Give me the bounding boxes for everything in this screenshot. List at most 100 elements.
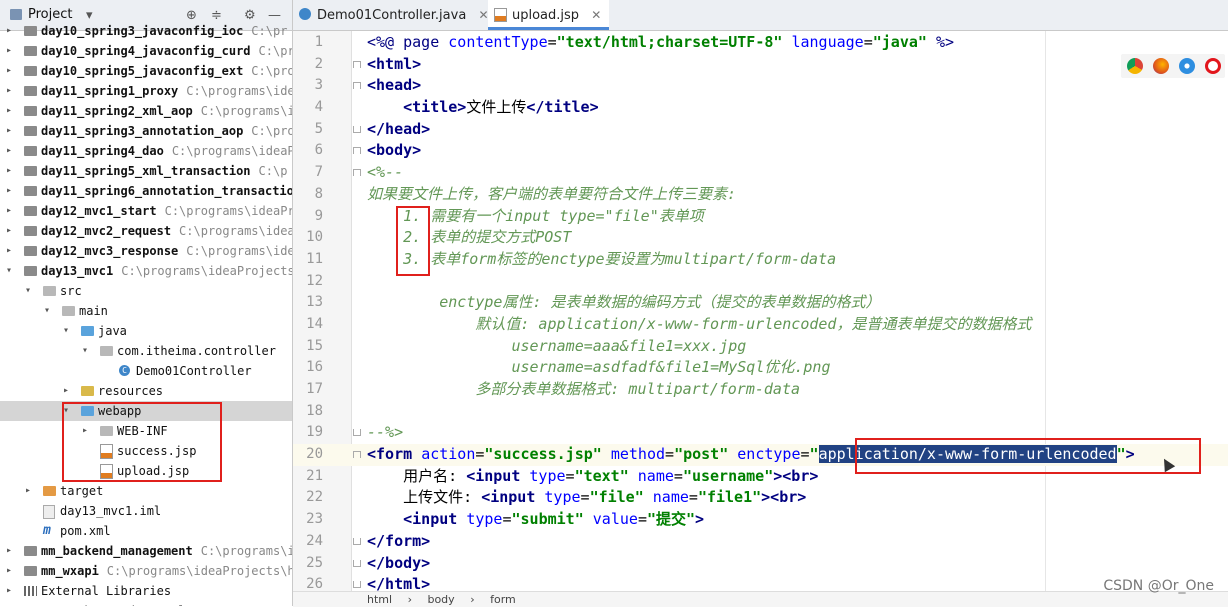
breadcrumb-body[interactable]: body (427, 593, 454, 606)
code-line[interactable]: 1 <%@ page contentType="text/html;charset… (293, 32, 1228, 54)
close-icon[interactable]: ✕ (478, 8, 488, 22)
chevron-right-icon[interactable]: ▸ (4, 561, 14, 581)
fold-close-icon[interactable] (353, 537, 361, 545)
code-line[interactable]: 5 </head> (293, 119, 1228, 141)
fold-close-icon[interactable] (353, 581, 361, 589)
fold-close-icon[interactable] (353, 125, 361, 133)
code-token: = (673, 466, 683, 485)
tree-item[interactable]: ▸ day12_mvc1_start C:\programs\ideaPr (0, 201, 292, 221)
package-icon (100, 346, 113, 356)
chevron-right-icon[interactable]: ▸ (4, 181, 14, 201)
code-line[interactable]: 3 <head> (293, 75, 1228, 97)
code-line[interactable]: 23 <input type="submit" value="提交"> (293, 509, 1228, 531)
code-line[interactable]: 17 多部分表单数据格式: multipart/form-data (293, 379, 1228, 401)
tree-item[interactable]: ▾ day13_mvc1 C:\programs\ideaProjects (0, 261, 292, 281)
chevron-right-icon[interactable]: ▸ (4, 541, 14, 561)
chevron-down-icon[interactable]: ▾ (42, 301, 52, 321)
code-line[interactable]: 13 enctype属性: 是表单数据的编码方式（提交的表单数据的格式） (293, 292, 1228, 314)
chrome-icon[interactable] (1127, 58, 1143, 74)
project-panel-title[interactable]: Project (28, 7, 72, 22)
breadcrumb-html[interactable]: html (367, 593, 392, 606)
line-number: 8 (314, 185, 323, 202)
code-line[interactable]: 22 上传文件: <input type="file" name="file1"… (293, 487, 1228, 509)
opera-icon[interactable] (1205, 58, 1221, 74)
code-line[interactable]: 18 (293, 401, 1228, 423)
safari-icon[interactable] (1179, 58, 1195, 74)
close-icon[interactable]: ✕ (591, 8, 601, 22)
code-line[interactable]: 9 1. 需要有一个input type="file"表单项 (293, 206, 1228, 228)
chevron-right-icon[interactable]: ▸ (4, 81, 14, 101)
firefox-icon[interactable] (1153, 58, 1169, 74)
code-line[interactable]: 6 <body> (293, 140, 1228, 162)
code-line[interactable]: 15 username=aaa&file1=xxx.jpg (293, 336, 1228, 358)
fold-open-icon[interactable] (353, 147, 361, 155)
chevron-right-icon[interactable]: ▸ (61, 381, 71, 401)
tree-item[interactable]: ▸ day10_spring5_javaconfig_ext C:\pro (0, 61, 292, 81)
chevron-down-icon[interactable]: ▾ (23, 281, 33, 301)
fold-close-icon[interactable] (353, 559, 361, 567)
tree-item[interactable]: m pom.xml (0, 521, 292, 541)
tree-item[interactable]: ▾ main (0, 301, 292, 321)
chevron-right-icon[interactable]: ▸ (4, 21, 14, 41)
code-line[interactable]: 16 username=asdfadf&file1=MySql优化.png (293, 357, 1228, 379)
chevron-right-icon[interactable]: ▸ (4, 221, 14, 241)
breadcrumb-form[interactable]: form (490, 593, 516, 606)
tree-item[interactable]: ▸ resources (0, 381, 292, 401)
chevron-right-icon[interactable]: ▸ (4, 201, 14, 221)
tree-item[interactable]: ▸ mm_wxapi C:\programs\ideaProjects\h (0, 561, 292, 581)
tab-demo01controller[interactable]: Demo01Controller.java ✕ (293, 0, 497, 30)
code-line[interactable]: 4 <title>文件上传</title> (293, 97, 1228, 119)
tree-item[interactable]: ▸ target (0, 481, 292, 501)
tree-item[interactable]: ▸ day11_spring4_dao C:\programs\ideaP (0, 141, 292, 161)
code-line[interactable]: 12 (293, 271, 1228, 293)
tree-item[interactable]: Scratches and Consoles (0, 601, 292, 606)
code-line[interactable]: 2 <html> (293, 54, 1228, 76)
chevron-right-icon[interactable]: ▸ (4, 121, 14, 141)
tree-item[interactable]: ▸ day11_spring6_annotation_transaction (0, 181, 292, 201)
chevron-down-icon[interactable]: ▾ (61, 321, 71, 341)
code-line[interactable]: 25 </body> (293, 553, 1228, 575)
code-line[interactable]: 11 3. 表单form标签的enctype要设置为multipart/form… (293, 249, 1228, 271)
tree-item[interactable]: ▸ day12_mvc3_response C:\programs\ide (0, 241, 292, 261)
fold-open-icon[interactable] (353, 60, 361, 68)
code-token: "text" (574, 466, 629, 485)
code-line[interactable]: 14 默认值: application/x-www-form-urlencode… (293, 314, 1228, 336)
chevron-right-icon[interactable]: ▸ (4, 581, 14, 601)
fold-close-icon[interactable] (353, 429, 361, 437)
tree-item[interactable]: ▸ day11_spring2_xml_aop C:\programs\i (0, 101, 292, 121)
chevron-right-icon[interactable]: ▸ (4, 161, 14, 181)
tree-item[interactable]: ▸ day11_spring3_annotation_aop C:\pro (0, 121, 292, 141)
tree-item[interactable]: ▸ mm_backend_management C:\programs\i (0, 541, 292, 561)
chevron-right-icon[interactable]: ▸ (4, 61, 14, 81)
chevron-right-icon[interactable]: ▸ (4, 241, 14, 261)
tree-item[interactable]: ▸ day11_spring5_xml_transaction C:\p (0, 161, 292, 181)
chevron-down-icon[interactable]: ▾ (4, 261, 14, 281)
chevron-right-icon[interactable]: ▸ (23, 481, 33, 501)
chevron-down-icon[interactable]: ▾ (80, 341, 90, 361)
tree-item[interactable]: ▾ src (0, 281, 292, 301)
code-line[interactable]: 24 </form> (293, 531, 1228, 553)
code-editor[interactable]: 1 <%@ page contentType="text/html;charset… (293, 32, 1228, 596)
tree-item-path: C:\programs\ideaP (171, 144, 293, 158)
tree-item[interactable]: ▸ day10_spring3_javaconfig_ioc C:\pr (0, 21, 292, 41)
fold-open-icon[interactable] (353, 169, 361, 177)
tree-item[interactable]: ▸ day11_spring1_proxy C:\programs\idea (0, 81, 292, 101)
tree-item[interactable]: C Demo01Controller (0, 361, 292, 381)
tab-upload-jsp[interactable]: upload.jsp ✕ (488, 0, 610, 30)
tree-item[interactable]: ▾ java (0, 321, 292, 341)
tree-item[interactable]: ▸ day10_spring4_javaconfig_curd C:\pr (0, 41, 292, 61)
code-token: 默认值: application/x-www-form-urlencoded，是… (367, 314, 1032, 333)
tree-item[interactable]: ▸ day12_mvc2_request C:\programs\idea (0, 221, 292, 241)
tree-item[interactable]: ▸ External Libraries (0, 581, 292, 601)
tree-item-path: C:\p (258, 164, 288, 178)
chevron-right-icon[interactable]: ▸ (4, 41, 14, 61)
code-line[interactable]: 10 2. 表单的提交方式POST (293, 227, 1228, 249)
fold-open-icon[interactable] (353, 82, 361, 90)
tree-item[interactable]: ▾ com.itheima.controller (0, 341, 292, 361)
code-line[interactable]: 8 如果要文件上传，客户端的表单要符合文件上传三要素: (293, 184, 1228, 206)
chevron-right-icon[interactable]: ▸ (4, 141, 14, 161)
chevron-right-icon[interactable]: ▸ (4, 101, 14, 121)
fold-open-icon[interactable] (353, 451, 361, 459)
code-line[interactable]: 7 <%-- (293, 162, 1228, 184)
tree-item[interactable]: day13_mvc1.iml (0, 501, 292, 521)
